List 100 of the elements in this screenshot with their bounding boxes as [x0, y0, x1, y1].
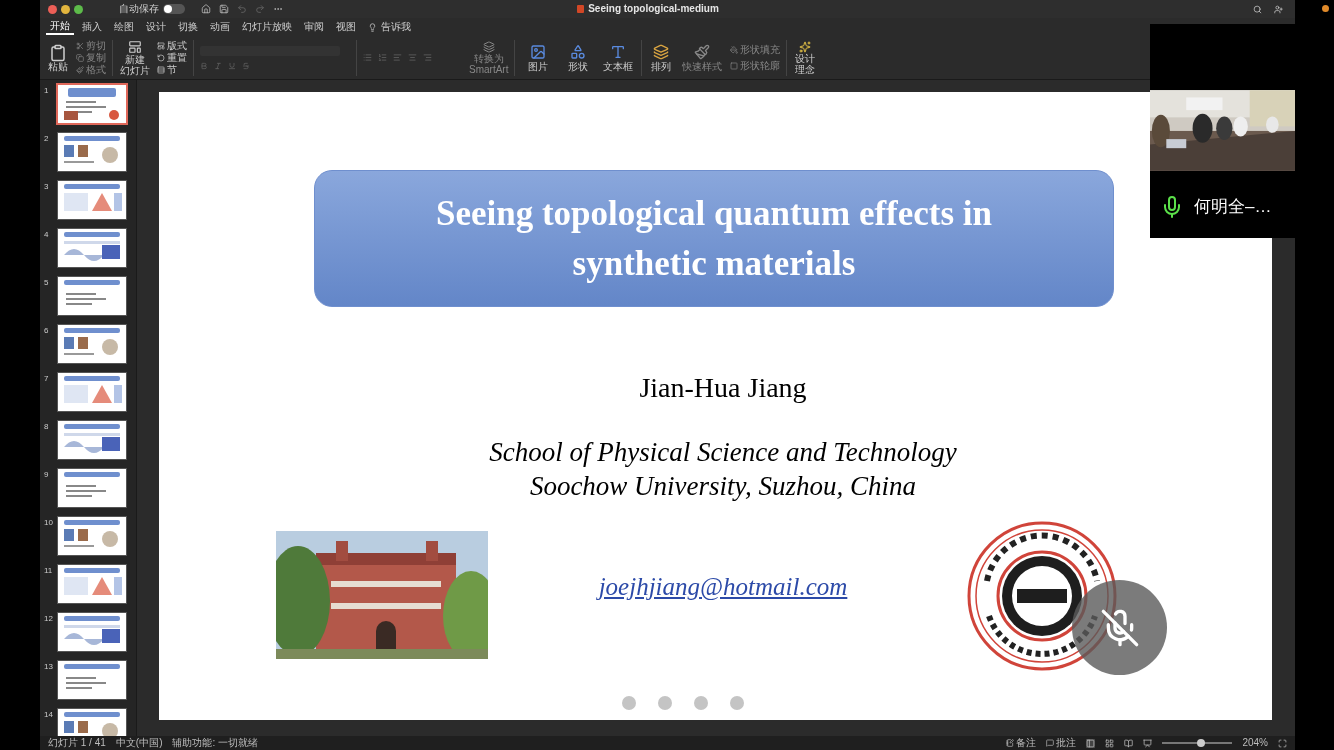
slide-number: 1 [44, 85, 50, 97]
tool-icon [76, 53, 84, 62]
ribbon-tab[interactable]: 审阅 [300, 19, 328, 35]
slide-thumbnail[interactable] [58, 325, 126, 363]
slide-number: 11 [44, 565, 52, 577]
insert-icon [610, 43, 627, 60]
slide-tool-button[interactable]: 重置 [157, 52, 187, 63]
participant-name: 何明全–… [1194, 195, 1272, 218]
slide-number: 3 [44, 181, 50, 193]
slide-thumbnail[interactable] [58, 133, 126, 171]
insert-button[interactable]: 图片 [521, 43, 556, 72]
close-window-button[interactable] [48, 4, 57, 14]
zoom-slider[interactable] [1162, 739, 1233, 747]
ribbon-tab[interactable]: 切换 [174, 19, 202, 35]
slide-thumbnail[interactable] [58, 565, 126, 603]
slideshow-icon[interactable] [1143, 738, 1153, 748]
new-slide-button[interactable]: 新建 幻灯片 [119, 39, 151, 76]
ribbon-tab[interactable]: 插入 [78, 19, 106, 35]
tool-icon [76, 41, 84, 50]
insert-button[interactable]: 形状 [561, 43, 596, 72]
slide-number: 2 [44, 133, 50, 145]
clipboard-button[interactable]: 剪切 [76, 40, 106, 51]
slide-thumbnail[interactable] [58, 181, 126, 219]
slide-thumbnail[interactable] [58, 373, 126, 411]
insert-button[interactable]: 文本框 [601, 43, 636, 72]
accessibility-status[interactable]: 辅助功能: 一切就绪 [172, 738, 259, 748]
home-icon[interactable] [201, 4, 211, 14]
slide-thumbnail[interactable] [58, 85, 126, 123]
slide-number: 12 [44, 613, 52, 625]
tool-icon [730, 61, 739, 70]
shape-tool-button[interactable]: 形状填充 [730, 44, 781, 55]
normal-view-icon[interactable] [1086, 738, 1096, 748]
ribbon-tab[interactable]: 视图 [332, 19, 360, 35]
fit-slide-icon[interactable] [1278, 738, 1287, 748]
designer-button[interactable]: 设计 理念 [793, 40, 818, 75]
paste-button[interactable]: 粘贴 [46, 43, 70, 72]
smartart-button[interactable]: 转换为 SmartArt [469, 40, 509, 75]
ribbon-tab[interactable]: 幻灯片放映 [238, 19, 296, 35]
slide-number: 8 [44, 421, 50, 433]
clipboard-icon [49, 43, 67, 62]
slide-thumbnail[interactable] [58, 517, 126, 555]
slide-counter: 幻灯片 1 / 41 [48, 738, 106, 748]
ribbon-tab[interactable]: 动画 [206, 19, 234, 35]
shape-tool-button[interactable]: 形状轮廓 [730, 60, 781, 71]
layers-icon [482, 40, 495, 53]
insert-icon [530, 43, 547, 60]
slide-number: 6 [44, 325, 50, 337]
tell-me-field[interactable]: 告诉我 [381, 22, 411, 32]
slide-thumbnail[interactable] [58, 661, 126, 699]
slide-number: 14 [44, 709, 52, 721]
slide-thumbnail[interactable] [58, 229, 126, 267]
autosave-label: 自动保存 [119, 4, 159, 14]
reading-view-icon[interactable] [1124, 738, 1134, 748]
slide-thumbnail[interactable] [58, 421, 126, 459]
autosave-toggle[interactable] [163, 4, 185, 14]
document-title: Seeing topological-medium [588, 4, 719, 14]
slide-tool-button[interactable]: 节 [157, 64, 187, 75]
document-icon [577, 5, 585, 13]
slide-number: 4 [44, 229, 50, 241]
affiliation-text: School of Physical Science and Technology [489, 436, 957, 469]
search-icon[interactable] [1253, 4, 1262, 14]
slide-number: 7 [44, 373, 50, 385]
minimize-window-button[interactable] [61, 4, 70, 14]
ribbon-tab[interactable]: 绘图 [110, 19, 138, 35]
tool-icon [157, 41, 165, 50]
slide-number: 10 [44, 517, 52, 529]
paintbrush-icon [694, 43, 711, 60]
clipboard-button[interactable]: 复制 [76, 52, 106, 63]
sorter-view-icon[interactable] [1105, 738, 1115, 748]
save-icon[interactable] [219, 4, 229, 14]
sparkles-icon [799, 40, 812, 53]
zoom-slider-thumb[interactable] [1196, 739, 1205, 747]
ribbon-tab[interactable]: 设计 [142, 19, 170, 35]
slide-tool-button[interactable]: 版式 [157, 40, 187, 51]
language-indicator: 中文(中国) [115, 738, 163, 748]
zoom-window-button[interactable] [74, 4, 83, 14]
slide-thumbnail[interactable] [58, 709, 126, 736]
notes-button[interactable]: 备注 [1006, 738, 1037, 748]
slide-thumbnail[interactable] [58, 277, 126, 315]
comments-button[interactable]: 批注 [1046, 738, 1077, 748]
slide-layout-icon [128, 39, 142, 54]
slide-number: 13 [44, 661, 52, 673]
author-name: Jian-Hua Jiang [638, 371, 808, 405]
insert-icon [570, 43, 587, 60]
slide-number: 9 [44, 469, 50, 481]
slide-title: Seeing topological quantum effects in synthetic materials [434, 192, 994, 285]
notes-icon [1006, 739, 1015, 747]
quick-styles-button[interactable]: 快速样式 [680, 43, 725, 72]
share-icon[interactable] [1274, 4, 1283, 14]
affiliation-text: Soochow University, Suzhou, China [529, 470, 917, 503]
slide-thumbnail[interactable] [58, 613, 126, 651]
slide-thumbnail[interactable] [58, 469, 126, 507]
arrange-button[interactable]: 排列 [648, 43, 675, 72]
tool-icon [730, 45, 739, 54]
tool-icon [157, 65, 165, 74]
email-link[interactable]: joejhjiang@hotmail.com [598, 568, 848, 606]
lightbulb-icon [368, 22, 377, 32]
clipboard-button[interactable]: 格式 [76, 64, 106, 75]
zoom-level: 204% [1242, 738, 1268, 748]
tool-icon [157, 53, 165, 62]
